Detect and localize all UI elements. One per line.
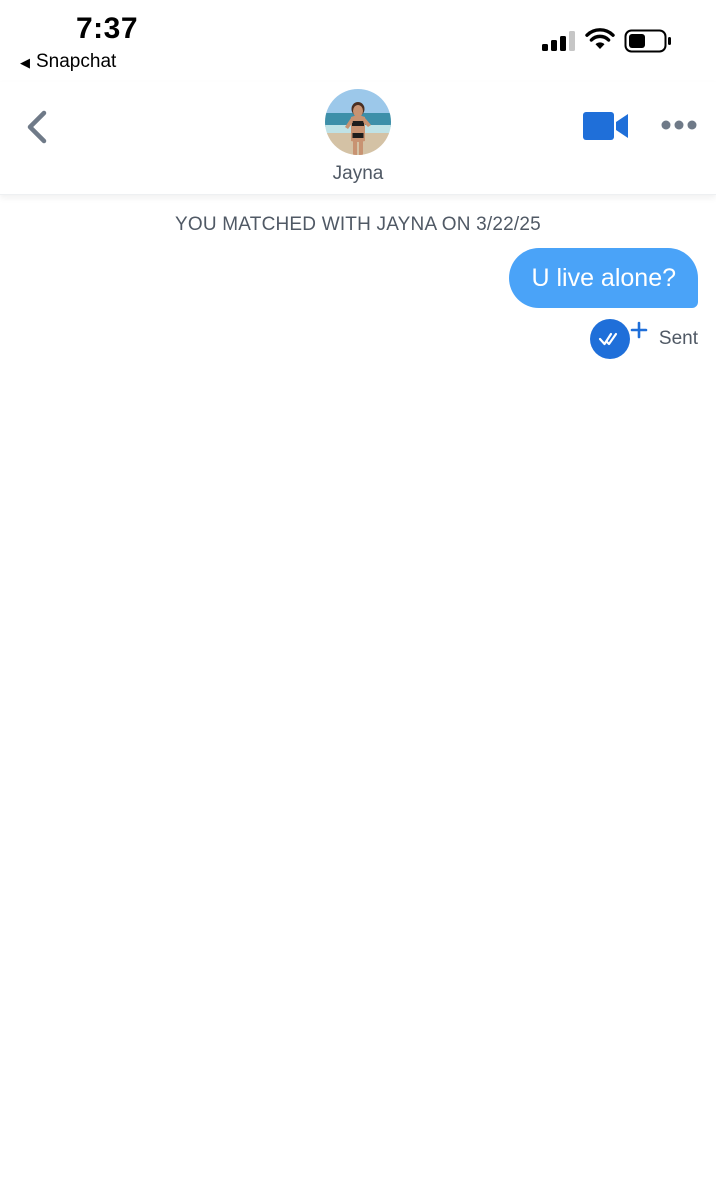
read-receipt: Sent [589,318,698,360]
message-status: Sent [658,328,698,349]
back-to-app-link[interactable]: ◀ Snapchat [20,51,116,73]
status-bar: 7:37 ◀ Snapchat [0,0,716,80]
video-camera-icon[interactable] [582,110,630,142]
status-time: 7:37 [76,12,139,45]
left-triangle-icon: ◀ [20,54,30,70]
contact-name[interactable]: Jayna [0,163,716,185]
double-check-plus-icon [589,319,648,359]
contact-avatar[interactable] [325,89,391,155]
message-bubble-outgoing[interactable]: U live alone? [509,248,698,308]
match-banner: YOU MATCHED WITH JAYNA ON 3/22/25 [175,214,541,235]
back-chevron-icon[interactable] [22,107,54,147]
chat-screen: 7:37 ◀ Snapchat Jayna YOU MATCHED WITH J… [0,0,716,1200]
wifi-icon [585,28,615,49]
more-options-icon[interactable] [660,118,698,132]
back-to-app-label: Snapchat [36,51,117,72]
profile-photo-icon [325,89,391,155]
chat-header: Jayna [0,82,716,195]
battery-icon [624,29,671,53]
cellular-signal-icon [542,31,575,51]
